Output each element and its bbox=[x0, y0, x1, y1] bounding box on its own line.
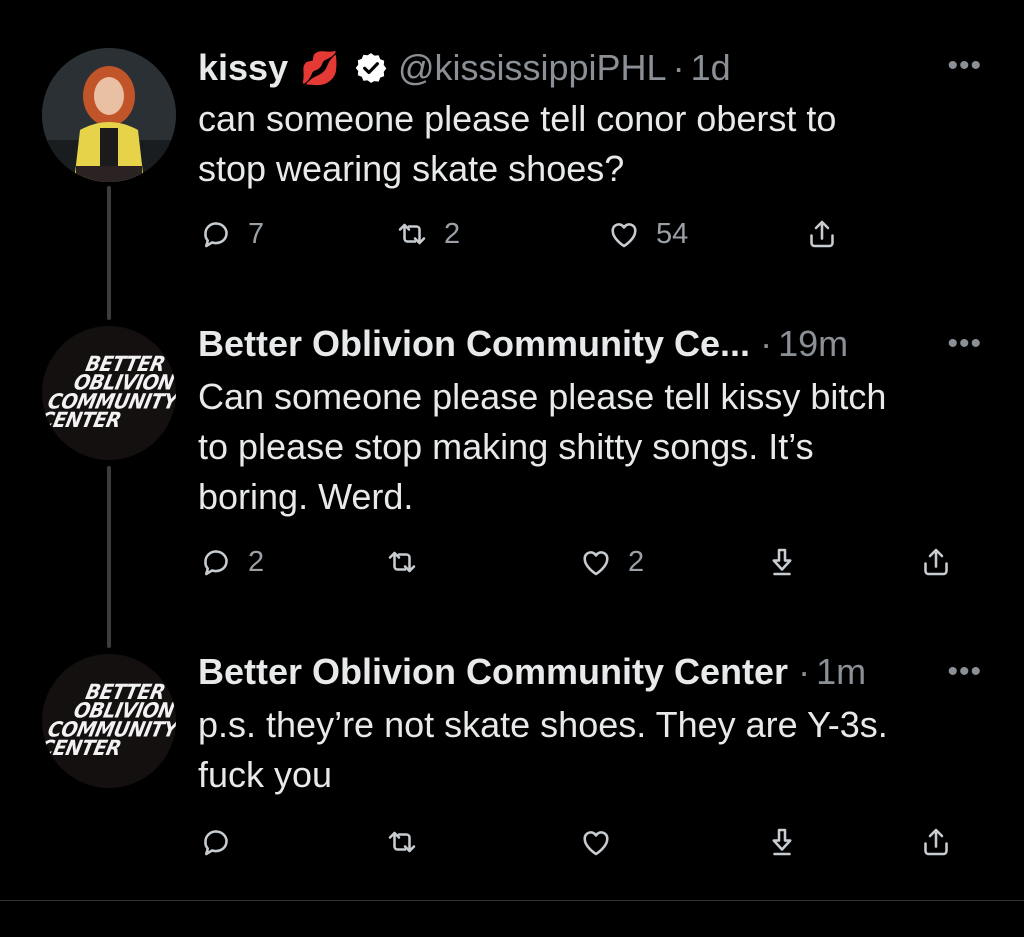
tweet-text: can someone please tell conor oberst to … bbox=[198, 94, 988, 194]
more-options-icon[interactable]: ••• bbox=[947, 329, 982, 359]
tweet-timestamp[interactable]: 1d bbox=[691, 47, 731, 89]
more-options-icon[interactable]: ••• bbox=[947, 51, 982, 81]
tweet-header: kissy 💋 @kississippiPHL · 1d bbox=[198, 47, 731, 89]
avatar-better-oblivion[interactable]: BETTER OBLIVION COMMUNITY CENTER bbox=[42, 326, 176, 460]
logo-line: CENTER bbox=[42, 408, 123, 433]
avatar-photo-image bbox=[42, 48, 176, 182]
download-button[interactable] bbox=[764, 544, 800, 580]
download-arrow-icon bbox=[772, 548, 792, 576]
heart-icon bbox=[611, 223, 637, 248]
avatar-kissy[interactable] bbox=[42, 48, 176, 182]
logo-wordmark: BETTER OBLIVION COMMUNITY CENTER bbox=[42, 680, 176, 761]
download-button[interactable] bbox=[764, 824, 800, 860]
display-name[interactable]: Better Oblivion Community Center bbox=[198, 651, 788, 693]
time-separator: · bbox=[798, 651, 811, 692]
reply-button[interactable]: 7 bbox=[198, 216, 264, 252]
like-button[interactable] bbox=[578, 824, 614, 860]
more-options-icon[interactable]: ••• bbox=[947, 657, 982, 687]
reply-icon bbox=[204, 830, 228, 856]
tweet-divider bbox=[0, 900, 1024, 901]
thread-connector bbox=[107, 466, 111, 648]
reply-count: 2 bbox=[248, 545, 265, 578]
tweet-header: Better Oblivion Community Ce... · 19m bbox=[198, 323, 848, 365]
like-button[interactable]: 54 bbox=[606, 216, 688, 252]
reply-button[interactable]: 2 bbox=[198, 544, 264, 580]
tweet-timestamp[interactable]: 1m bbox=[816, 651, 866, 693]
reply-count: 7 bbox=[248, 217, 265, 250]
tweet-text-line: Can someone please please tell kissy bit… bbox=[198, 376, 887, 417]
tweet-text-line: boring. Werd. bbox=[198, 476, 414, 517]
retweet-count: 2 bbox=[444, 217, 461, 250]
kiss-emoji: 💋 bbox=[300, 50, 340, 86]
time-separator: · bbox=[760, 323, 773, 364]
reply-icon bbox=[204, 222, 228, 248]
user-handle[interactable]: @kississippiPHL bbox=[398, 47, 667, 89]
logo-wordmark: BETTER OBLIVION COMMUNITY CENTER bbox=[42, 352, 176, 433]
time-separator: · bbox=[672, 47, 685, 88]
tweet-actions: 2 2 bbox=[198, 544, 988, 588]
share-button[interactable] bbox=[918, 544, 954, 580]
tweet-text-line: stop wearing skate shoes? bbox=[198, 148, 625, 189]
tweet-text-line: can someone please tell conor oberst to bbox=[198, 98, 837, 139]
share-button[interactable] bbox=[918, 824, 954, 860]
retweet-icon bbox=[388, 831, 416, 853]
display-name[interactable]: kissy bbox=[198, 47, 288, 89]
like-button[interactable]: 2 bbox=[578, 544, 644, 580]
tweet-actions bbox=[198, 824, 988, 868]
reply-button[interactable] bbox=[198, 824, 234, 860]
tweet-actions: 7 2 54 bbox=[198, 216, 988, 260]
tweet-text-line: p.s. they’re not skate shoes. They are Y… bbox=[198, 704, 888, 745]
retweet-icon bbox=[398, 223, 426, 245]
tweet-text: p.s. they’re not skate shoes. They are Y… bbox=[198, 700, 988, 800]
avatar-better-oblivion[interactable]: BETTER OBLIVION COMMUNITY CENTER bbox=[42, 654, 176, 788]
share-icon bbox=[924, 548, 948, 576]
tweet-text-line: to please stop making shitty songs. It’s bbox=[198, 426, 814, 467]
display-name[interactable]: Better Oblivion Community Ce... bbox=[198, 323, 750, 365]
reply-icon bbox=[204, 550, 228, 576]
heart-icon bbox=[583, 551, 609, 576]
heart-icon bbox=[583, 831, 609, 856]
tweet-text: Can someone please please tell kissy bit… bbox=[198, 372, 988, 522]
like-count: 54 bbox=[656, 217, 689, 250]
tweet-text-line: fuck you bbox=[198, 754, 333, 795]
verified-badge-icon bbox=[354, 51, 388, 85]
retweet-button[interactable] bbox=[384, 544, 420, 580]
retweet-button[interactable]: 2 bbox=[394, 216, 460, 252]
retweet-button[interactable] bbox=[384, 824, 420, 860]
logo-line: CENTER bbox=[42, 736, 123, 761]
like-count: 2 bbox=[628, 545, 645, 578]
tweet-timestamp[interactable]: 19m bbox=[778, 323, 848, 365]
download-arrow-icon bbox=[772, 828, 792, 856]
share-button[interactable] bbox=[804, 216, 840, 252]
retweet-icon bbox=[388, 551, 416, 573]
thread-connector bbox=[107, 186, 111, 320]
share-icon bbox=[924, 828, 948, 856]
share-icon bbox=[810, 220, 834, 248]
tweet-header: Better Oblivion Community Center · 1m bbox=[198, 651, 866, 693]
